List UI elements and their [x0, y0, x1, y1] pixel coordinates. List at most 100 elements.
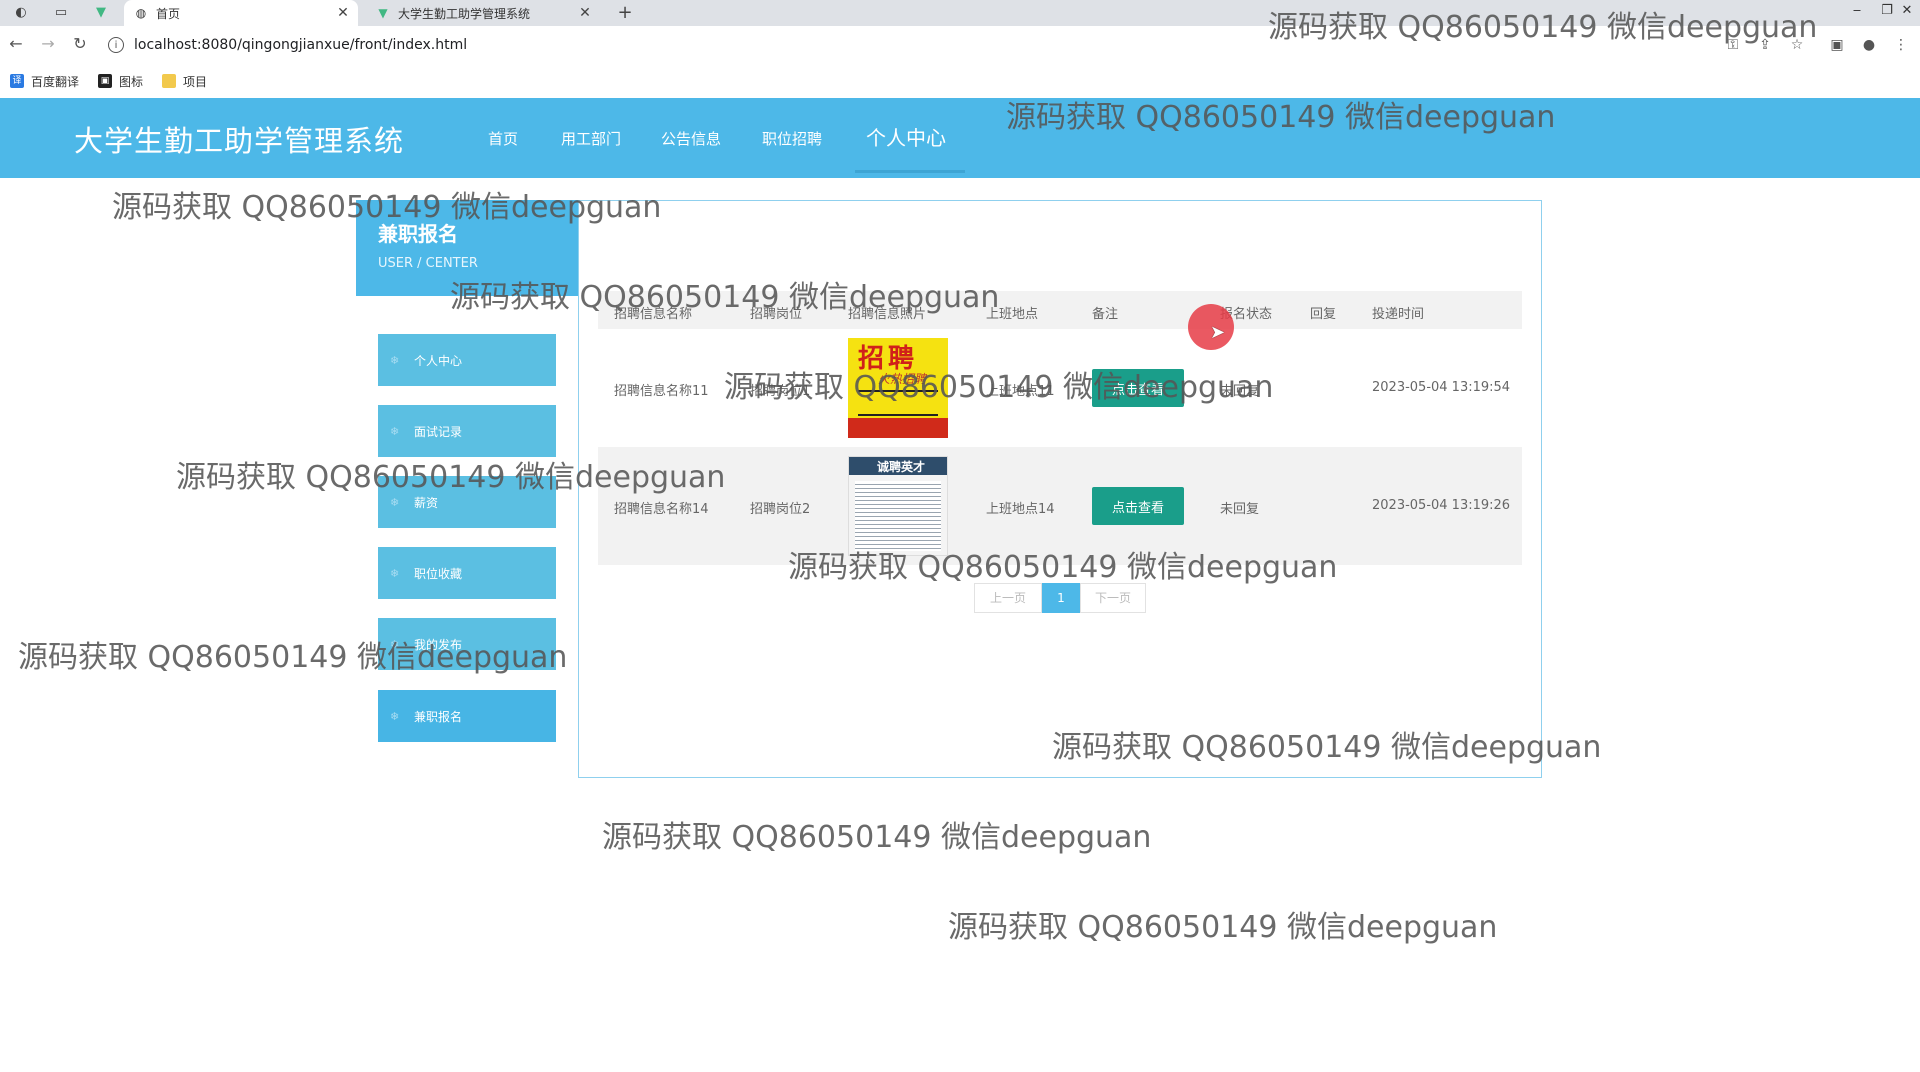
sidebar-subtitle: USER / CENTER: [378, 256, 478, 271]
bookmark-label: 项目: [183, 74, 208, 89]
vue-icon: ▼: [378, 6, 388, 20]
share-icon[interactable]: ⇪: [1756, 36, 1774, 54]
snowflake-icon: ❄: [390, 424, 400, 438]
sidebar-item-label: 个人中心: [414, 353, 463, 368]
nav-personal-center[interactable]: 个人中心: [866, 122, 946, 151]
new-tab-button[interactable]: +: [614, 2, 636, 23]
tab-system[interactable]: ▼ 大学生勤工助学管理系统 ✕: [366, 0, 600, 26]
job-position-cell: 招聘岗位2: [750, 502, 811, 517]
table-row: 招聘信息名称14 招聘岗位2 诚聘英才 上班地点14 点击查看 未回复 2023…: [598, 447, 1522, 565]
vue-tab-icon[interactable]: ▼: [92, 4, 110, 22]
job-photo-image[interactable]: 招聘 火热招聘: [848, 338, 948, 438]
pagination: 上一页 1 下一页: [974, 583, 1146, 613]
globe-icon: ◍: [135, 6, 147, 20]
back-icon[interactable]: ←: [6, 34, 26, 54]
tab-home[interactable]: ◍ 首页 ✕: [124, 0, 358, 26]
site-title: 大学生勤工助学管理系统: [74, 124, 405, 158]
submit-time-cell: 2023-05-04 13:19:54: [1372, 380, 1511, 395]
sidebar-item-job-favorites[interactable]: ❄ 职位收藏: [378, 547, 556, 599]
snowflake-icon: ❄: [390, 709, 400, 723]
nav-jobs[interactable]: 职位招聘: [762, 128, 822, 149]
bookmark-project[interactable]: 项目: [162, 72, 207, 90]
watermark: 源码获取 QQ86050149 微信deepguan: [602, 820, 1152, 855]
tab-system-title: 大学生勤工助学管理系统: [398, 6, 531, 21]
next-page-button[interactable]: 下一页: [1080, 583, 1146, 613]
job-position-cell: 招聘岗位1: [750, 384, 811, 399]
location-cell: 上班地点11: [986, 384, 1055, 399]
status-cell: 未回复: [1220, 384, 1260, 399]
nav-announcements[interactable]: 公告信息: [661, 128, 721, 149]
tab-home-title: 首页: [156, 6, 181, 21]
status-cell: 未回复: [1220, 502, 1260, 517]
page-1-button[interactable]: 1: [1042, 583, 1080, 613]
more-icon[interactable]: ⋮: [1892, 36, 1910, 54]
job-name-cell: 招聘信息名称11: [614, 384, 709, 399]
column-header: 招聘信息名称: [614, 307, 693, 322]
view-details-button[interactable]: 点击查看: [1092, 487, 1184, 525]
url-field[interactable]: i localhost:8080/qingongjianxue/front/in…: [108, 32, 1728, 58]
sidebar-item-my-posts[interactable]: ❄ 我的发布: [378, 618, 556, 670]
photo-decoration: [858, 390, 938, 416]
minimize-icon[interactable]: ‒: [1842, 0, 1872, 22]
bookmark-icons[interactable]: ▣ 图标: [98, 72, 143, 90]
column-header: 上班地点: [986, 307, 1039, 322]
address-bar: ← → ↻ i localhost:8080/qingongjianxue/fr…: [0, 26, 1920, 64]
table-row: 招聘信息名称11 招聘岗位1 招聘 火热招聘 上班地点11 点击查看 未回复 2…: [598, 329, 1522, 447]
sidepanel-icon[interactable]: ▣: [1828, 36, 1846, 54]
bookmark-label: 百度翻译: [31, 74, 80, 89]
tab-group-icon[interactable]: ▭: [52, 4, 70, 22]
sidebar-item-label: 我的发布: [414, 637, 463, 652]
sidebar-item-label: 薪资: [414, 495, 439, 510]
sidebar-title: 兼职报名: [378, 222, 458, 246]
nav-home[interactable]: 首页: [488, 128, 518, 149]
view-details-button[interactable]: 点击查看: [1092, 369, 1184, 407]
sidebar-item-interview-records[interactable]: ❄ 面试记录: [378, 405, 556, 457]
snowflake-icon: ❄: [390, 353, 400, 367]
url-text: localhost:8080/qingongjianxue/front/inde…: [134, 37, 468, 53]
key-icon[interactable]: ⚿: [1724, 36, 1742, 54]
sidebar-heading: 兼职报名 USER / CENTER: [356, 200, 578, 296]
submit-time-cell: 2023-05-04 13:19:26: [1372, 498, 1511, 513]
snowflake-icon: ❄: [390, 637, 400, 651]
sidebar-item-part-time-signup[interactable]: ❄ 兼职报名: [378, 690, 556, 742]
column-header: 投递时间: [1372, 307, 1425, 322]
image-icon: ▣: [98, 74, 112, 88]
info-icon[interactable]: i: [108, 37, 124, 53]
photo-caption: 诚聘英才: [877, 460, 926, 474]
photo-footer-band: [848, 418, 948, 438]
column-header: 招聘岗位: [750, 307, 803, 322]
profile-icon[interactable]: ●: [1860, 36, 1878, 54]
sidebar-item-salary[interactable]: ❄ 薪资: [378, 476, 556, 528]
forward-icon[interactable]: →: [38, 34, 58, 54]
mouse-pointer-icon: ➤: [1210, 322, 1226, 343]
job-photo-image[interactable]: 诚聘英才: [848, 456, 948, 556]
photo-subcaption: 火热招聘: [878, 372, 927, 386]
location-cell: 上班地点14: [986, 502, 1055, 517]
bookmark-label: 图标: [119, 74, 144, 89]
column-header: 备注: [1092, 307, 1119, 322]
photo-text-lines: [855, 481, 941, 551]
sidebar-item-label: 兼职报名: [414, 709, 463, 724]
folder-icon: [162, 74, 176, 88]
sidebar-item-label: 职位收藏: [414, 566, 463, 581]
site-header: 大学生勤工助学管理系统 首页 用工部门 公告信息 职位招聘 个人中心: [0, 98, 1920, 178]
sidebar-item-label: 面试记录: [414, 424, 463, 439]
nav-departments[interactable]: 用工部门: [561, 128, 621, 149]
sidebar-item-personal-center[interactable]: ❄ 个人中心: [378, 334, 556, 386]
column-header: 回复: [1310, 307, 1337, 322]
prev-page-button[interactable]: 上一页: [974, 583, 1042, 613]
browser-tab-strip: ◐ ▭ ▼ ◍ 首页 ✕ ▼ 大学生勤工助学管理系统 ✕ + ‒ ❐ ✕: [0, 0, 1920, 26]
star-icon[interactable]: ☆: [1788, 36, 1806, 54]
nav-active-underline: [855, 170, 965, 173]
bookmark-translate[interactable]: 译 百度翻译: [10, 72, 79, 90]
photo-banner: 诚聘英才: [849, 457, 947, 475]
translate-icon: 译: [10, 74, 24, 88]
table-header: 招聘信息名称 招聘岗位 招聘信息照片 上班地点 备注 报名状态 回复 投递时间: [598, 291, 1522, 329]
close-tab-icon[interactable]: ✕: [576, 5, 594, 21]
browser-menu-icon[interactable]: ◐: [12, 4, 30, 22]
reload-icon[interactable]: ↻: [70, 34, 90, 54]
bookmarks-bar: 译 百度翻译 ▣ 图标 项目: [0, 64, 1920, 99]
snowflake-icon: ❄: [390, 495, 400, 509]
close-window-icon[interactable]: ✕: [1892, 0, 1920, 22]
close-tab-icon[interactable]: ✕: [334, 5, 352, 21]
